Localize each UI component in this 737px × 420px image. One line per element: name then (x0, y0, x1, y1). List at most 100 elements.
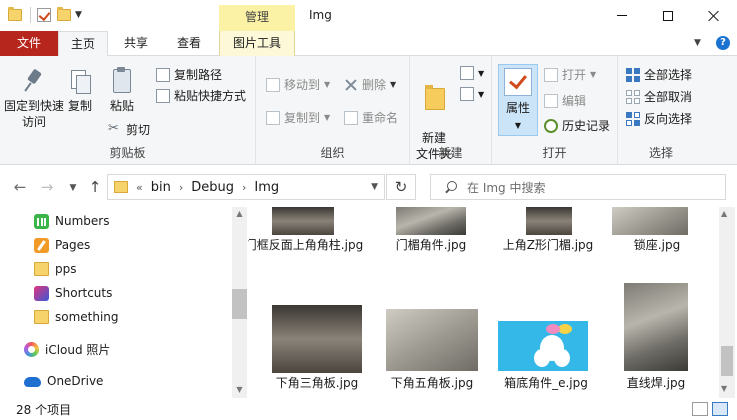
copy-path-button[interactable]: 复制路径 (156, 66, 222, 83)
copy-button[interactable]: 复制 (64, 68, 96, 114)
back-arrow-icon[interactable]: ← (11, 178, 29, 196)
select-all-label: 全部选择 (644, 68, 693, 82)
scroll-down-icon[interactable]: ▼ (232, 385, 247, 394)
paste-shortcut-icon (156, 88, 170, 103)
select-all-button[interactable]: 全部选择 (626, 66, 692, 83)
paste-button[interactable]: 粘贴 (104, 66, 140, 114)
select-none-label: 全部取消 (644, 90, 693, 104)
new-item-button[interactable]: ▼ (460, 66, 484, 80)
help-icon[interactable]: ? (716, 36, 730, 50)
file-name[interactable]: 上角Z形门楣.jpg (488, 237, 608, 254)
ribbon-collapse-chevron-icon[interactable]: ▼ (694, 38, 701, 48)
scroll-down-icon[interactable]: ▼ (721, 384, 727, 393)
minimize-icon (617, 15, 627, 16)
breadcrumb-debug[interactable]: Debug (191, 180, 234, 195)
delete-label: 删除 (362, 78, 387, 92)
file-thumbnail[interactable] (272, 305, 362, 373)
history-icon (544, 118, 558, 133)
breadcrumb-bin[interactable]: bin (151, 180, 171, 195)
address-history-chevron-down-icon[interactable]: ▼ (371, 182, 378, 192)
file-name[interactable]: 下角五角板.jpg (372, 375, 492, 392)
minimize-button[interactable] (599, 0, 645, 31)
tab-file[interactable]: 文件 (0, 31, 58, 56)
rename-button[interactable]: 重命名 (344, 109, 398, 126)
copy-to-label: 复制到 (284, 111, 321, 125)
pin-to-quick-access-button[interactable]: 固定到快速访问 (4, 68, 64, 130)
address-bar[interactable]: « bin › Debug › Img ▼ (107, 174, 385, 200)
invert-selection-button[interactable]: 反向选择 (626, 110, 692, 127)
pin-icon (23, 68, 45, 94)
breadcrumb-separator-icon[interactable]: › (179, 181, 183, 194)
file-view-scrollbar-thumb[interactable] (721, 346, 733, 376)
cut-label: 剪切 (126, 123, 151, 137)
file-name[interactable]: 门框反面上角角柱.jpg (248, 237, 364, 254)
file-thumbnail[interactable] (624, 283, 688, 371)
scissors-icon (108, 121, 122, 137)
properties-button[interactable]: 属性 ▼ (498, 64, 538, 136)
open-button[interactable]: 打开 ▼ (544, 66, 596, 83)
tab-home[interactable]: 主页 (58, 31, 108, 57)
clipboard-group: 固定到快速访问 复制 粘贴 复制路径 粘贴快捷方式 剪切 剪贴板 (0, 56, 256, 165)
file-thumbnail[interactable] (526, 207, 572, 235)
nav-item-something[interactable]: something (34, 307, 119, 327)
nav-scrollbar-thumb[interactable] (232, 289, 247, 319)
properties-check-icon[interactable] (37, 8, 51, 22)
edit-button[interactable]: 编辑 (544, 92, 586, 109)
easy-access-button[interactable]: ▼ (460, 87, 484, 101)
recent-locations-chevron-down-icon[interactable]: ▼ (64, 183, 82, 193)
tab-view[interactable]: 查看 (166, 31, 212, 56)
properties-chevron-down-icon: ▼ (514, 121, 522, 130)
file-thumbnail[interactable] (272, 207, 334, 235)
edit-icon (544, 93, 558, 108)
copy-to-button[interactable]: 复制到 ▼ (266, 109, 330, 126)
delete-chevron-down-icon: ▼ (390, 80, 397, 89)
select-none-button[interactable]: 全部取消 (626, 88, 692, 105)
file-view: 门框反面上角角柱.jpg 门楣角件.jpg 上角Z形门楣.jpg 锁座.jpg … (248, 207, 718, 398)
nav-item-onedrive[interactable]: OneDrive (24, 371, 103, 391)
new-item-chevron-down-icon: ▼ (478, 68, 485, 78)
file-thumbnail[interactable] (396, 207, 466, 235)
tab-share[interactable]: 共享 (112, 31, 160, 56)
up-arrow-icon[interactable]: ↑ (86, 178, 104, 196)
delete-button[interactable]: 删除 ▼ (344, 76, 396, 93)
numbers-app-icon (34, 213, 49, 229)
breadcrumb-separator-icon[interactable]: › (242, 181, 246, 194)
new-folder-icon[interactable] (57, 7, 71, 21)
details-view-icon[interactable] (692, 402, 708, 416)
file-name[interactable]: 箱底角件_e.jpg (486, 375, 606, 392)
nav-item-numbers[interactable]: Numbers (34, 211, 109, 231)
scroll-up-icon[interactable]: ▲ (232, 209, 247, 218)
search-input[interactable]: 在 Img 中搜索 (430, 174, 726, 200)
move-to-icon (266, 77, 280, 92)
file-name[interactable]: 直线焊.jpg (596, 375, 716, 392)
paste-shortcut-button[interactable]: 粘贴快捷方式 (156, 87, 246, 104)
nav-item-label: Numbers (55, 214, 110, 228)
file-thumbnail[interactable] (612, 207, 688, 235)
tab-picture-tools[interactable]: 图片工具 (219, 31, 295, 56)
copy-to-icon (266, 110, 280, 125)
manage-context-tab[interactable]: 管理 (219, 5, 295, 31)
nav-item-icloud-photos[interactable]: iCloud 照片 (24, 339, 110, 359)
nav-item-shortcuts[interactable]: Shortcuts (34, 283, 112, 303)
file-name[interactable]: 锁座.jpg (597, 237, 717, 254)
maximize-button[interactable] (645, 0, 691, 31)
history-button[interactable]: 历史记录 (544, 117, 610, 134)
nav-item-pages[interactable]: Pages (34, 235, 90, 255)
forward-arrow-icon[interactable]: → (38, 178, 56, 196)
file-thumbnail[interactable] (498, 321, 588, 371)
breadcrumb-overflow[interactable]: « (136, 181, 143, 194)
file-name[interactable]: 下角三角板.jpg (257, 375, 377, 392)
breadcrumb-img[interactable]: Img (254, 180, 279, 195)
scroll-up-icon[interactable]: ▲ (721, 209, 727, 218)
move-to-button[interactable]: 移动到 ▼ (266, 76, 330, 93)
close-button[interactable] (691, 0, 737, 31)
refresh-button[interactable]: ↻ (386, 174, 416, 200)
icloud-photos-icon (24, 341, 39, 357)
file-name[interactable]: 门楣角件.jpg (371, 237, 491, 254)
customize-qat-chevron-down-icon[interactable]: ▼ (75, 10, 82, 20)
file-thumbnail[interactable] (386, 309, 478, 371)
nav-item-pps[interactable]: pps (34, 259, 77, 279)
folder-icon (34, 262, 49, 276)
cut-button[interactable]: 剪切 (108, 121, 150, 138)
large-icons-view-icon[interactable] (712, 402, 728, 416)
